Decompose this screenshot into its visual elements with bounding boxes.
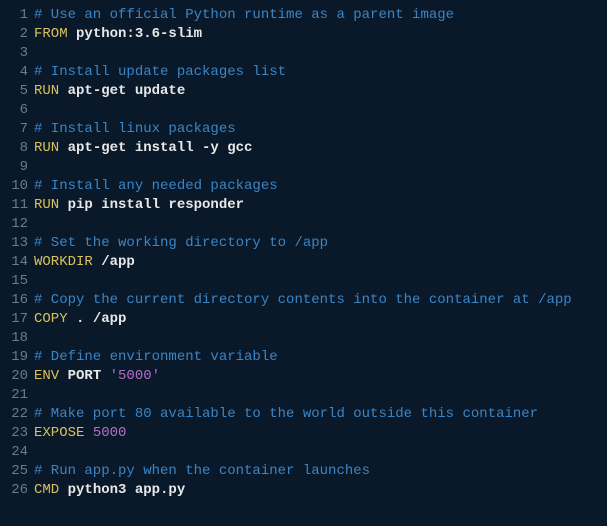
code-token: # Install any needed packages [34,178,278,194]
code-line: RUN pip install responder [34,196,607,215]
line-number: 7 [0,120,28,139]
code-line [34,215,607,234]
line-number: 17 [0,310,28,329]
code-token: python:3.6-slim [76,26,202,42]
code-line: # Run app.py when the container launches [34,462,607,481]
line-number: 12 [0,215,28,234]
line-number: 6 [0,101,28,120]
code-line: # Set the working directory to /app [34,234,607,253]
code-line: RUN apt-get install -y gcc [34,139,607,158]
code-token: EXPOSE [34,425,93,441]
code-token: WORKDIR [34,254,101,270]
code-line: # Install any needed packages [34,177,607,196]
line-number: 10 [0,177,28,196]
line-number-gutter: 1234567891011121314151617181920212223242… [0,6,34,500]
code-line [34,443,607,462]
line-number: 2 [0,25,28,44]
line-number: 18 [0,329,28,348]
code-token: COPY [34,311,76,327]
code-area: # Use an official Python runtime as a pa… [34,6,607,500]
code-line [34,158,607,177]
code-line: # Define environment variable [34,348,607,367]
code-token: FROM [34,26,76,42]
line-number: 23 [0,424,28,443]
code-line: # Copy the current directory contents in… [34,291,607,310]
code-line [34,101,607,120]
code-editor: 1234567891011121314151617181920212223242… [0,0,607,506]
code-line: RUN apt-get update [34,82,607,101]
code-token: # Install linux packages [34,121,236,137]
code-token: . /app [76,311,126,327]
line-number: 5 [0,82,28,101]
line-number: 26 [0,481,28,500]
line-number: 13 [0,234,28,253]
code-token: RUN [34,140,68,156]
code-token: # Make port 80 available to the world ou… [34,406,538,422]
code-token: 5000 [93,425,127,441]
code-token: RUN [34,83,68,99]
code-line [34,272,607,291]
code-token: # Use an official Python runtime as a pa… [34,7,454,23]
code-line: # Install linux packages [34,120,607,139]
code-token: CMD [34,482,68,498]
line-number: 8 [0,139,28,158]
code-token: ENV [34,368,68,384]
code-token: PORT [68,368,110,384]
code-token: python3 app.py [68,482,186,498]
line-number: 9 [0,158,28,177]
line-number: 20 [0,367,28,386]
line-number: 22 [0,405,28,424]
code-token: RUN [34,197,68,213]
code-token: pip install responder [68,197,244,213]
code-token: # Install update packages list [34,64,286,80]
code-token: /app [101,254,135,270]
code-token: # Set the working directory to /app [34,235,328,251]
code-token: apt-get update [68,83,186,99]
code-line: COPY . /app [34,310,607,329]
line-number: 14 [0,253,28,272]
code-line: # Install update packages list [34,63,607,82]
code-token: # Define environment variable [34,349,278,365]
line-number: 19 [0,348,28,367]
code-line [34,329,607,348]
code-line: # Use an official Python runtime as a pa… [34,6,607,25]
code-line [34,44,607,63]
line-number: 15 [0,272,28,291]
code-line: CMD python3 app.py [34,481,607,500]
code-token: '5000' [110,368,160,384]
line-number: 1 [0,6,28,25]
line-number: 21 [0,386,28,405]
line-number: 4 [0,63,28,82]
code-token: apt-get install -y gcc [68,140,253,156]
code-line: ENV PORT '5000' [34,367,607,386]
line-number: 3 [0,44,28,63]
code-token: # Copy the current directory contents in… [34,292,572,308]
code-token: # Run app.py when the container launches [34,463,370,479]
line-number: 24 [0,443,28,462]
code-line: FROM python:3.6-slim [34,25,607,44]
code-line [34,386,607,405]
line-number: 16 [0,291,28,310]
line-number: 11 [0,196,28,215]
code-line: WORKDIR /app [34,253,607,272]
code-line: EXPOSE 5000 [34,424,607,443]
line-number: 25 [0,462,28,481]
code-line: # Make port 80 available to the world ou… [34,405,607,424]
